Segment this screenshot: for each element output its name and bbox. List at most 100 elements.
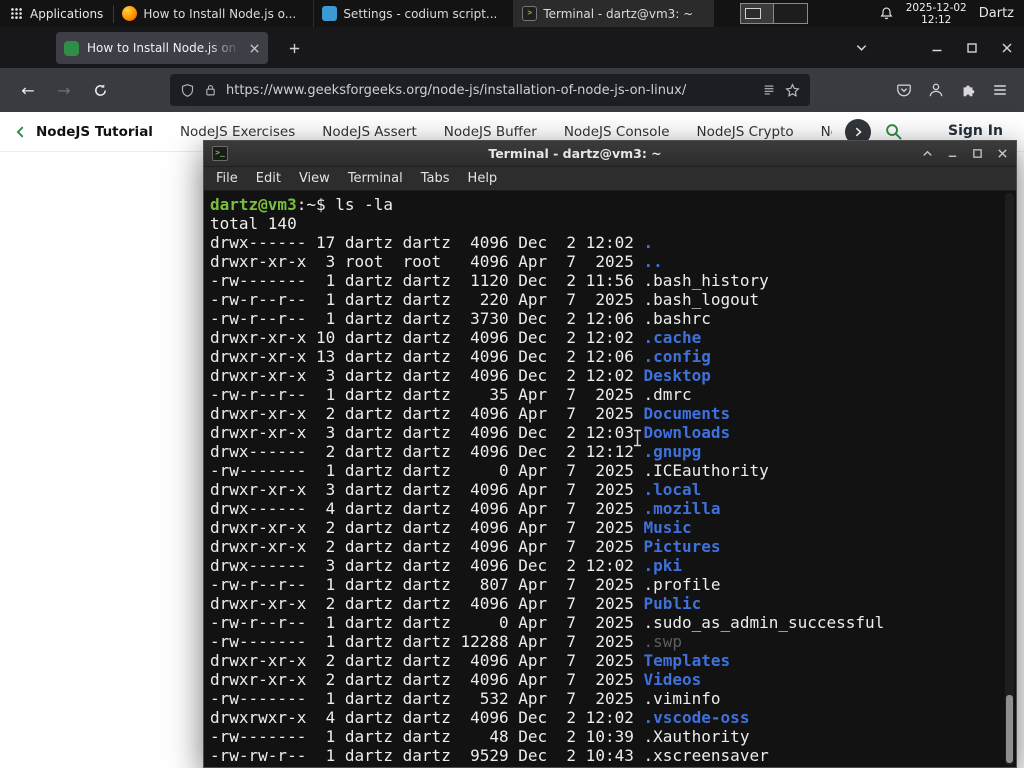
terminal-close-button[interactable] — [997, 148, 1008, 159]
listing-name: Public — [643, 594, 702, 613]
applications-menu-button[interactable]: Applications — [0, 0, 113, 27]
prompt-user-host: dartz@vm3 — [210, 195, 297, 214]
listing-name: Videos — [643, 670, 702, 689]
terminal-scrollbar-thumb[interactable] — [1006, 695, 1013, 763]
listing-meta: drwxr-xr-x 2 dartz dartz 4096 Apr 7 2025 — [210, 651, 644, 670]
nav-item-nodejs-crypto[interactable]: NodeJS Crypto — [697, 124, 794, 140]
extensions-icon[interactable] — [960, 82, 976, 98]
firefox-icon — [122, 6, 138, 21]
listing-meta: drwxr-xr-x 2 dartz dartz 4096 Apr 7 2025 — [210, 537, 644, 556]
terminal-listing-line: drwxrwxr-x 4 dartz dartz 4096 Dec 2 12:0… — [210, 708, 1016, 727]
applications-label: Applications — [30, 6, 104, 21]
terminal-output[interactable]: dartz@vm3:~$ ls -la total 140 drwx------ 1… — [204, 191, 1016, 767]
terminal-listing-line: -rw-r--r-- 1 dartz dartz 35 Apr 7 2025 .… — [210, 385, 1016, 404]
nav-chevron-left-icon[interactable] — [14, 125, 28, 139]
tab-close-icon[interactable] — [249, 43, 260, 54]
url-bar[interactable]: https://www.geeksforgeeks.org/node-js/in… — [170, 74, 810, 106]
listing-meta: drwxr-xr-x 3 root root 4096 Apr 7 2025 — [210, 252, 644, 271]
screen: Applications How to Install Node.js o...… — [0, 0, 1024, 768]
listing-meta: -rw-r--r-- 1 dartz dartz 220 Apr 7 2025 — [210, 290, 644, 309]
taskbar-item-codium[interactable]: Settings - codium script... — [314, 0, 515, 27]
lock-icon[interactable] — [204, 83, 217, 97]
listing-name: .viminfo — [643, 689, 721, 708]
window-maximize-button[interactable] — [954, 27, 989, 68]
terminal-menu-view[interactable]: View — [299, 171, 330, 186]
listing-name: .cache — [643, 328, 702, 347]
terminal-menu-terminal[interactable]: Terminal — [348, 171, 403, 186]
tabbar-controls — [844, 27, 1024, 68]
terminal-listing-line: -rw-r--r-- 1 dartz dartz 220 Apr 7 2025 … — [210, 290, 1016, 309]
reload-button[interactable] — [82, 75, 118, 105]
terminal-listing-line: drwx------ 3 dartz dartz 4096 Dec 2 12:0… — [210, 556, 1016, 575]
terminal-listing-line: -rw------- 1 dartz dartz 12288 Apr 7 202… — [210, 632, 1016, 651]
terminal-icon: > — [522, 6, 538, 21]
menu-icon[interactable] — [992, 82, 1008, 98]
window-close-button[interactable] — [989, 27, 1024, 68]
browser-toolbar: ← → https://www.geeksforgeeks.org/node-j… — [0, 68, 1024, 112]
list-tabs-chevron-icon[interactable] — [844, 27, 879, 68]
terminal-listing-line: drwx------ 2 dartz dartz 4096 Dec 2 12:1… — [210, 442, 1016, 461]
terminal-titlebar[interactable]: >_ Terminal - dartz@vm3: ~ — [204, 141, 1016, 167]
listing-name: .sudo_as_admin_successful — [643, 613, 885, 632]
tracking-shield-icon[interactable] — [180, 83, 195, 98]
reader-mode-icon[interactable] — [762, 83, 776, 97]
browser-tab[interactable]: How to Install Node.js on — [56, 32, 268, 64]
window-minimize-button[interactable] — [919, 27, 954, 68]
pocket-icon[interactable] — [896, 82, 912, 98]
listing-meta: drwxr-xr-x 3 dartz dartz 4096 Dec 2 12:0… — [210, 366, 644, 385]
terminal-listing-line: drwxr-xr-x 2 dartz dartz 4096 Apr 7 2025… — [210, 670, 1016, 689]
terminal-minimize-button[interactable] — [947, 148, 958, 159]
terminal-menu-edit[interactable]: Edit — [256, 171, 281, 186]
site-nav-items: NodeJS Tutorial NodeJS Exercises NodeJS As… — [36, 124, 832, 140]
search-icon[interactable] — [884, 122, 903, 141]
terminal-menu-help[interactable]: Help — [468, 171, 498, 186]
terminal-shade-button[interactable] — [922, 148, 933, 159]
listing-meta: drwxr-xr-x 13 dartz dartz 4096 Dec 2 12:… — [210, 347, 644, 366]
listing-name: .gnupg — [643, 442, 702, 461]
terminal-scrollbar[interactable] — [1005, 193, 1014, 765]
taskbar-item-title: How to Install Node.js o... — [143, 6, 297, 21]
workspace-2[interactable] — [774, 3, 809, 24]
notification-bell-icon[interactable] — [879, 6, 894, 21]
terminal-title: Terminal - dartz@vm3: ~ — [488, 146, 662, 161]
forward-button[interactable]: → — [46, 75, 82, 105]
terminal-maximize-button[interactable] — [972, 148, 983, 159]
listing-meta: -rw------- 1 dartz dartz 48 Dec 2 10:39 — [210, 727, 644, 746]
terminal-listing-line: drwx------ 17 dartz dartz 4096 Dec 2 12:… — [210, 233, 1016, 252]
listing-name: .mozilla — [643, 499, 721, 518]
nav-item-nodejs-console[interactable]: NodeJS Console — [564, 124, 670, 140]
workspace-switcher — [740, 3, 809, 24]
terminal-menubar: File Edit View Terminal Tabs Help — [204, 167, 1016, 191]
terminal-menu-file[interactable]: File — [216, 171, 238, 186]
listing-meta: -rw------- 1 dartz dartz 532 Apr 7 2025 — [210, 689, 644, 708]
workspace-1[interactable] — [740, 3, 775, 24]
nav-item-nodejs-exercises[interactable]: NodeJS Exercises — [180, 124, 295, 140]
terminal-listing-line: drwxr-xr-x 2 dartz dartz 4096 Apr 7 2025… — [210, 518, 1016, 537]
listing-name: .bashrc — [643, 309, 711, 328]
clock[interactable]: 2025-12-02 12:12 — [906, 2, 967, 26]
account-icon[interactable] — [928, 82, 944, 98]
listing-name: .Xauthority — [643, 727, 750, 746]
listing-meta: -rw-rw-r-- 1 dartz dartz 9529 Dec 2 10:4… — [210, 746, 644, 765]
taskbar-item-terminal[interactable]: > Terminal - dartz@vm3: ~ — [514, 0, 715, 27]
taskbar-item-firefox[interactable]: How to Install Node.js o... — [114, 0, 315, 27]
panel-user-label[interactable]: Dartz — [979, 6, 1014, 21]
sign-in-link[interactable]: Sign In — [948, 123, 1003, 139]
listing-meta: drwxr-xr-x 2 dartz dartz 4096 Apr 7 2025 — [210, 518, 644, 537]
clock-date: 2025-12-02 — [905, 1, 967, 14]
nav-item-nodejs-assert[interactable]: NodeJS Assert — [322, 124, 417, 140]
listing-meta: drwx------ 4 dartz dartz 4096 Apr 7 2025 — [210, 499, 644, 518]
listing-meta: -rw-r--r-- 1 dartz dartz 807 Apr 7 2025 — [210, 575, 644, 594]
terminal-listing-line: drwxr-xr-x 2 dartz dartz 4096 Apr 7 2025… — [210, 404, 1016, 423]
nav-item-nodejs-tutorial[interactable]: NodeJS Tutorial — [36, 124, 153, 140]
new-tab-button[interactable] — [281, 35, 307, 61]
nav-item-nodejs-buffer[interactable]: NodeJS Buffer — [444, 124, 537, 140]
workspace-window-thumb — [745, 8, 762, 19]
terminal-menu-tabs[interactable]: Tabs — [421, 171, 450, 186]
nav-item-nodejs-dns[interactable]: NodeJS DNS — [821, 124, 832, 140]
back-button[interactable]: ← — [10, 75, 46, 105]
listing-name: Pictures — [643, 537, 721, 556]
bookmark-star-icon[interactable] — [785, 82, 800, 98]
taskbar: How to Install Node.js o... Settings - co… — [114, 0, 715, 27]
listing-name: .bash_history — [643, 271, 769, 290]
